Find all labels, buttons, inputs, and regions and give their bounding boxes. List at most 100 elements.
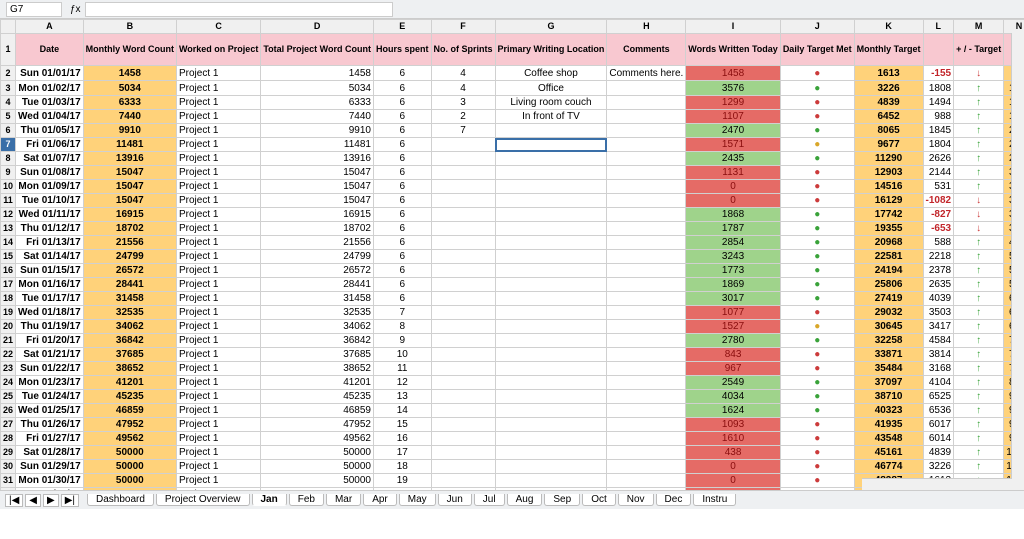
loc-cell[interactable]: In front of TV — [495, 110, 607, 124]
row-20[interactable]: 20 — [1, 320, 16, 334]
proj-cell[interactable]: Project 1 — [176, 362, 260, 376]
wt-cell[interactable]: 843 — [686, 348, 781, 362]
date-cell[interactable]: Sun 01/22/17 — [16, 362, 84, 376]
proj-cell[interactable]: Project 1 — [176, 292, 260, 306]
row-7[interactable]: 7 — [1, 138, 16, 152]
row-13[interactable]: 13 — [1, 222, 16, 236]
proj-cell[interactable]: Project 1 — [176, 306, 260, 320]
proj-cell[interactable]: Project 1 — [176, 334, 260, 348]
proj-cell[interactable]: Project 1 — [176, 110, 260, 124]
mwc-cell[interactable]: 6333 — [83, 96, 176, 110]
mwc-cell[interactable]: 34062 — [83, 320, 176, 334]
hrs-cell[interactable]: 6 — [374, 278, 432, 292]
trend-arrow[interactable] — [954, 222, 1004, 236]
loc-cell[interactable] — [495, 390, 607, 404]
daily-target-icon[interactable] — [780, 180, 854, 194]
header-daily-target-met[interactable]: Daily Target Met — [780, 34, 854, 66]
mt-cell[interactable]: 6452 — [854, 110, 923, 124]
tp-cell[interactable]: 45235 — [261, 390, 374, 404]
tab-jun[interactable]: Jun — [438, 494, 472, 506]
tp-cell[interactable]: 11481 — [261, 138, 374, 152]
col-E[interactable]: E — [374, 20, 432, 34]
hrs-cell[interactable]: 6 — [374, 138, 432, 152]
tp-cell[interactable]: 13916 — [261, 152, 374, 166]
proj-cell[interactable]: Project 1 — [176, 460, 260, 474]
proj-cell[interactable]: Project 1 — [176, 152, 260, 166]
date-cell[interactable]: Fri 01/06/17 — [16, 138, 84, 152]
spr-cell[interactable] — [431, 432, 495, 446]
trend-arrow[interactable] — [954, 250, 1004, 264]
daily-target-icon[interactable] — [780, 292, 854, 306]
trend-arrow[interactable] — [954, 432, 1004, 446]
mt-cell[interactable]: 8065 — [854, 124, 923, 138]
tp-cell[interactable]: 24799 — [261, 250, 374, 264]
tab-project overview[interactable]: Project Overview — [156, 494, 250, 506]
mt-cell[interactable]: 41935 — [854, 418, 923, 432]
wt-cell[interactable]: 1773 — [686, 264, 781, 278]
plus-cell[interactable]: 3417 — [923, 320, 954, 334]
spr-cell[interactable] — [431, 348, 495, 362]
row-23[interactable]: 23 — [1, 362, 16, 376]
wt-cell[interactable]: 2549 — [686, 376, 781, 390]
daily-target-icon[interactable] — [780, 208, 854, 222]
com-cell[interactable] — [607, 152, 686, 166]
tab-nav[interactable]: ◀ — [25, 494, 41, 507]
mwc-cell[interactable]: 38652 — [83, 362, 176, 376]
col-C[interactable]: C — [176, 20, 260, 34]
row-3[interactable]: 3 — [1, 81, 16, 96]
wt-cell[interactable]: 967 — [686, 362, 781, 376]
plus-cell[interactable]: 3814 — [923, 348, 954, 362]
tp-cell[interactable]: 50000 — [261, 460, 374, 474]
mwc-cell[interactable]: 21556 — [83, 236, 176, 250]
proj-cell[interactable]: Project 1 — [176, 124, 260, 138]
mwc-cell[interactable]: 24799 — [83, 250, 176, 264]
daily-target-icon[interactable] — [780, 194, 854, 208]
com-cell[interactable] — [607, 138, 686, 152]
trend-arrow[interactable] — [954, 124, 1004, 138]
row-29[interactable]: 29 — [1, 446, 16, 460]
com-cell[interactable] — [607, 334, 686, 348]
date-cell[interactable]: Wed 01/04/17 — [16, 110, 84, 124]
mt-cell[interactable]: 25806 — [854, 278, 923, 292]
tab-dec[interactable]: Dec — [656, 494, 692, 506]
plus-cell[interactable]: 4839 — [923, 446, 954, 460]
spr-cell[interactable] — [431, 138, 495, 152]
hrs-cell[interactable]: 7 — [374, 306, 432, 320]
trend-arrow[interactable] — [954, 418, 1004, 432]
wt-cell[interactable]: 438 — [686, 446, 781, 460]
tp-cell[interactable]: 26572 — [261, 264, 374, 278]
mwc-cell[interactable]: 11481 — [83, 138, 176, 152]
daily-target-icon[interactable] — [780, 264, 854, 278]
mt-cell[interactable]: 4839 — [854, 96, 923, 110]
spr-cell[interactable] — [431, 292, 495, 306]
tp-cell[interactable]: 7440 — [261, 110, 374, 124]
tp-cell[interactable]: 15047 — [261, 194, 374, 208]
mt-cell[interactable]: 40323 — [854, 404, 923, 418]
daily-target-icon[interactable] — [780, 474, 854, 488]
date-cell[interactable]: Thu 01/05/17 — [16, 124, 84, 138]
date-cell[interactable]: Wed 01/18/17 — [16, 306, 84, 320]
row-31[interactable]: 31 — [1, 474, 16, 488]
com-cell[interactable]: Comments here. — [607, 66, 686, 81]
proj-cell[interactable]: Project 1 — [176, 474, 260, 488]
mwc-cell[interactable]: 15047 — [83, 166, 176, 180]
mwc-cell[interactable]: 45235 — [83, 390, 176, 404]
plus-cell[interactable]: 4584 — [923, 334, 954, 348]
com-cell[interactable] — [607, 320, 686, 334]
proj-cell[interactable]: Project 1 — [176, 236, 260, 250]
wt-cell[interactable]: 1571 — [686, 138, 781, 152]
row-25[interactable]: 25 — [1, 390, 16, 404]
mwc-cell[interactable]: 31458 — [83, 292, 176, 306]
tp-cell[interactable]: 31458 — [261, 292, 374, 306]
com-cell[interactable] — [607, 208, 686, 222]
mt-cell[interactable]: 9677 — [854, 138, 923, 152]
mwc-cell[interactable]: 28441 — [83, 278, 176, 292]
plus-cell[interactable]: -155 — [923, 66, 954, 81]
proj-cell[interactable]: Project 1 — [176, 404, 260, 418]
wt-cell[interactable]: 3576 — [686, 81, 781, 96]
select-all[interactable] — [1, 20, 16, 34]
row-28[interactable]: 28 — [1, 432, 16, 446]
plus-cell[interactable]: 2635 — [923, 278, 954, 292]
tp-cell[interactable]: 49562 — [261, 432, 374, 446]
loc-cell[interactable] — [495, 208, 607, 222]
